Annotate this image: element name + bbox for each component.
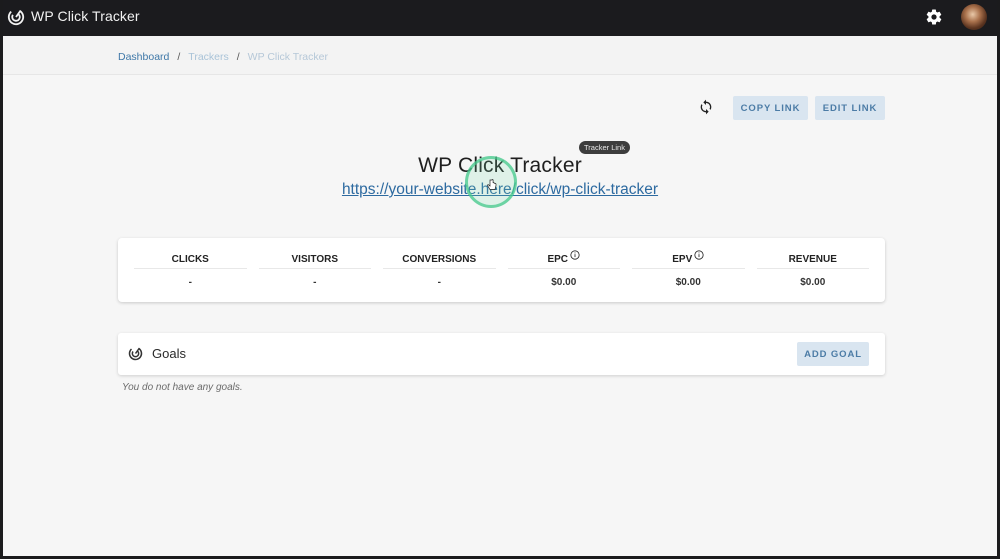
stat-value: - <box>437 277 441 288</box>
stat-label: EPC <box>547 253 569 265</box>
stat-revenue: REVENUE $0.00 <box>751 238 876 302</box>
stat-clicks: CLICKS - <box>128 238 253 302</box>
stat-label: EPV <box>672 253 693 265</box>
page-title: WP Click Tracker <box>418 154 582 177</box>
goals-title: Goals <box>152 346 186 361</box>
info-icon[interactable] <box>694 250 704 260</box>
goals-empty-message: You do not have any goals. <box>122 382 243 393</box>
breadcrumb-current: WP Click Tracker <box>247 51 328 63</box>
breadcrumb-bar: Dashboard / Trackers / WP Click Tracker <box>3 36 997 75</box>
breadcrumb-separator: / <box>236 51 240 63</box>
stat-label: REVENUE <box>788 253 837 265</box>
app-window: WP Click Tracker Dashboard / Trackers / … <box>3 0 997 556</box>
edit-link-button[interactable]: EDIT LINK <box>815 96 885 120</box>
tracker-url-container: https://your-website.here/click/wp-click… <box>3 181 997 199</box>
refresh-icon[interactable] <box>698 99 714 115</box>
tracker-url-link[interactable]: https://your-website.here/click/wp-click… <box>342 181 658 198</box>
stat-label: CONVERSIONS <box>402 253 477 265</box>
breadcrumb-separator: / <box>177 51 181 63</box>
stat-visitors: VISITORS - <box>253 238 378 302</box>
breadcrumb: Dashboard / Trackers / WP Click Tracker <box>118 51 328 63</box>
stat-conversions: CONVERSIONS - <box>377 238 502 302</box>
target-logo-icon <box>7 8 25 26</box>
stat-value: $0.00 <box>551 277 577 288</box>
info-icon[interactable] <box>570 250 580 260</box>
stat-label: VISITORS <box>291 253 339 265</box>
stat-epc: EPC $0.00 <box>502 238 627 302</box>
app-title: WP Click Tracker <box>31 8 140 24</box>
add-goal-button[interactable]: ADD GOAL <box>797 342 869 366</box>
main-content: COPY LINK EDIT LINK Tracker Link WP Clic… <box>3 76 997 556</box>
breadcrumb-trackers[interactable]: Trackers <box>188 51 228 63</box>
stat-value: $0.00 <box>675 277 701 288</box>
breadcrumb-dashboard[interactable]: Dashboard <box>118 51 169 63</box>
gear-icon[interactable] <box>925 8 943 26</box>
stat-value: - <box>313 277 317 288</box>
user-avatar[interactable] <box>961 4 987 30</box>
stat-value: - <box>188 277 192 288</box>
stats-card: CLICKS - VISITORS - CONVERSIONS - EPC $0… <box>118 238 885 302</box>
target-icon <box>128 346 143 361</box>
stat-epv: EPV $0.00 <box>626 238 751 302</box>
stat-value: $0.00 <box>800 277 826 288</box>
goals-card: Goals ADD GOAL <box>118 333 885 375</box>
top-app-bar: WP Click Tracker <box>3 0 997 36</box>
stat-label: CLICKS <box>171 253 209 265</box>
tracker-link-tooltip: Tracker Link <box>579 141 630 154</box>
copy-link-button[interactable]: COPY LINK <box>733 96 808 120</box>
